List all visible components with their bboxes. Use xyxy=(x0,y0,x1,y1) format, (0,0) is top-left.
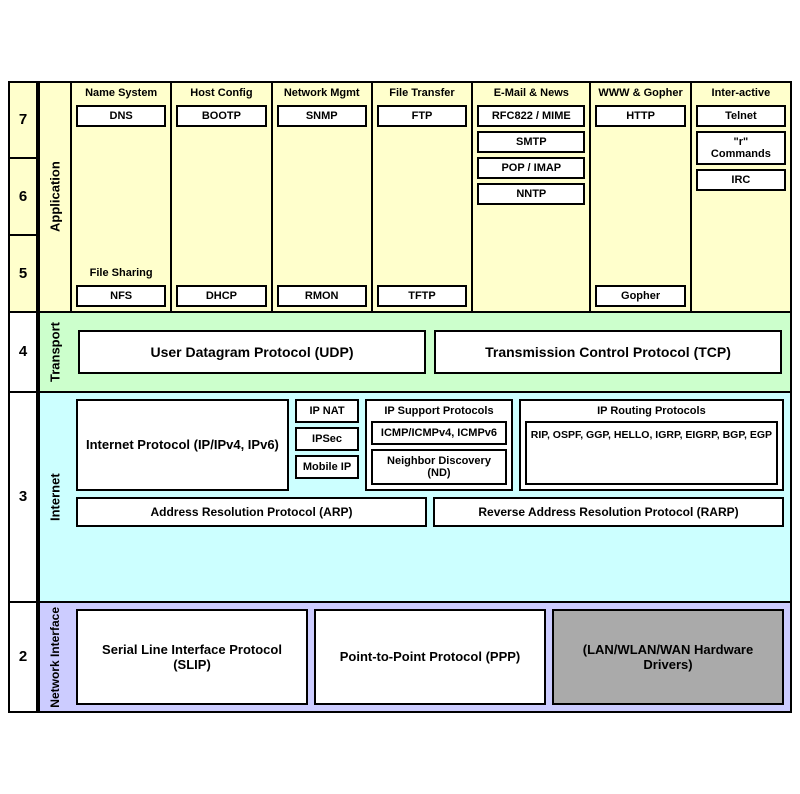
app-item-dhcp: DHCP xyxy=(176,285,266,307)
ip-support-title: IP Support Protocols xyxy=(371,405,507,417)
internet-layer: 3 Internet Internet Protocol (IP/IPv4, I… xyxy=(10,393,790,603)
app-item-nntp: NNTP xyxy=(477,183,585,205)
internet-content: Internet Protocol (IP/IPv4, IPv6) IP NAT… xyxy=(70,393,790,601)
netif-content: Serial Line Interface Protocol (SLIP) Po… xyxy=(70,603,790,712)
app-title-file-transfer: File Transfer xyxy=(389,87,454,99)
rarp-box: Reverse Address Resolution Protocol (RAR… xyxy=(433,497,784,527)
network-diagram: 7 6 5 Application Name System DNS File S… xyxy=(8,81,792,714)
ip-support-outer: IP Support Protocols ICMP/ICMPv4, ICMPv6… xyxy=(365,399,513,491)
app-item-snmp: SNMP xyxy=(277,105,367,127)
internet-bottom-row: Address Resolution Protocol (ARP) Revers… xyxy=(76,497,784,527)
layer-num-3: 3 xyxy=(10,393,38,601)
app-section-email-news: E-Mail & News RFC822 / MIME SMTP POP / I… xyxy=(473,83,591,311)
layer-num-2: 2 xyxy=(10,603,38,712)
network-interface-layer: 2 Network Interface Serial Line Interfac… xyxy=(10,603,790,712)
transport-layer: 4 Transport User Datagram Protocol (UDP)… xyxy=(10,313,790,393)
layer-num-7: 7 xyxy=(10,83,36,160)
arp-box: Address Resolution Protocol (ARP) xyxy=(76,497,427,527)
app-item-ftp: FTP xyxy=(377,105,467,127)
app-item-rfc822: RFC822 / MIME xyxy=(477,105,585,127)
layer-num-6: 6 xyxy=(10,159,36,236)
layer-num-5: 5 xyxy=(10,236,36,311)
app-title-network-mgmt: Network Mgmt xyxy=(284,87,360,99)
ip-sub-column: IP NAT IPSec Mobile IP xyxy=(295,399,359,491)
app-title-email-news: E-Mail & News xyxy=(494,87,569,99)
application-layer: 7 6 5 Application Name System DNS File S… xyxy=(10,83,790,313)
slip-box: Serial Line Interface Protocol (SLIP) xyxy=(76,609,308,706)
app-title-file-sharing: File Sharing xyxy=(90,267,153,279)
ip-routing-outer: IP Routing Protocols RIP, OSPF, GGP, HEL… xyxy=(519,399,784,491)
mobile-ip-box: Mobile IP xyxy=(295,455,359,479)
ipsec-box: IPSec xyxy=(295,427,359,451)
app-section-file-transfer: File Transfer FTP TFTP xyxy=(373,83,473,311)
transport-layer-name: Transport xyxy=(38,313,70,391)
app-item-r-commands: "r" Commands xyxy=(696,131,786,165)
internet-layer-name: Internet xyxy=(38,393,70,601)
ip-routing-title: IP Routing Protocols xyxy=(525,405,778,417)
app-section-www-gopher: WWW & Gopher HTTP Gopher xyxy=(591,83,691,311)
app-item-nfs: NFS xyxy=(76,285,166,307)
application-layer-name: Application xyxy=(38,83,70,311)
app-item-smtp: SMTP xyxy=(477,131,585,153)
hw-drivers-box: (LAN/WLAN/WAN Hardware Drivers) xyxy=(552,609,784,706)
app-item-rmon: RMON xyxy=(277,285,367,307)
app-item-dns: DNS xyxy=(76,105,166,127)
app-item-tftp: TFTP xyxy=(377,285,467,307)
layer-num-4: 4 xyxy=(10,313,38,391)
network-interface-layer-name: Network Interface xyxy=(38,603,70,712)
udp-box: User Datagram Protocol (UDP) xyxy=(78,330,426,374)
app-layer-numbers: 7 6 5 xyxy=(10,83,38,311)
ppp-box: Point-to-Point Protocol (PPP) xyxy=(314,609,546,706)
app-section-interactive: Inter-active Telnet "r" Commands IRC xyxy=(692,83,790,311)
app-item-irc: IRC xyxy=(696,169,786,191)
tcp-box: Transmission Control Protocol (TCP) xyxy=(434,330,782,374)
internet-top-row: Internet Protocol (IP/IPv4, IPv6) IP NAT… xyxy=(76,399,784,491)
ip-nat-box: IP NAT xyxy=(295,399,359,423)
app-section-network-mgmt: Network Mgmt SNMP RMON xyxy=(273,83,373,311)
ip-routing-content: RIP, OSPF, GGP, HELLO, IGRP, EIGRP, BGP,… xyxy=(525,421,778,485)
ip-main-box: Internet Protocol (IP/IPv4, IPv6) xyxy=(76,399,289,491)
app-item-telnet: Telnet xyxy=(696,105,786,127)
app-item-bootp: BOOTP xyxy=(176,105,266,127)
icmp-box: ICMP/ICMPv4, ICMPv6 xyxy=(371,421,507,445)
app-title-name-system: Name System xyxy=(85,87,157,99)
app-item-http: HTTP xyxy=(595,105,685,127)
app-item-gopher: Gopher xyxy=(595,285,685,307)
app-title-interactive: Inter-active xyxy=(712,87,771,99)
app-title-host-config: Host Config xyxy=(190,87,252,99)
app-section-name-system: Name System DNS File Sharing NFS xyxy=(72,83,172,311)
neighbor-discovery-box: Neighbor Discovery (ND) xyxy=(371,449,507,485)
transport-content: User Datagram Protocol (UDP) Transmissio… xyxy=(70,313,790,391)
app-item-popimap: POP / IMAP xyxy=(477,157,585,179)
app-section-host-config: Host Config BOOTP DHCP xyxy=(172,83,272,311)
app-title-www-gopher: WWW & Gopher xyxy=(598,87,682,99)
